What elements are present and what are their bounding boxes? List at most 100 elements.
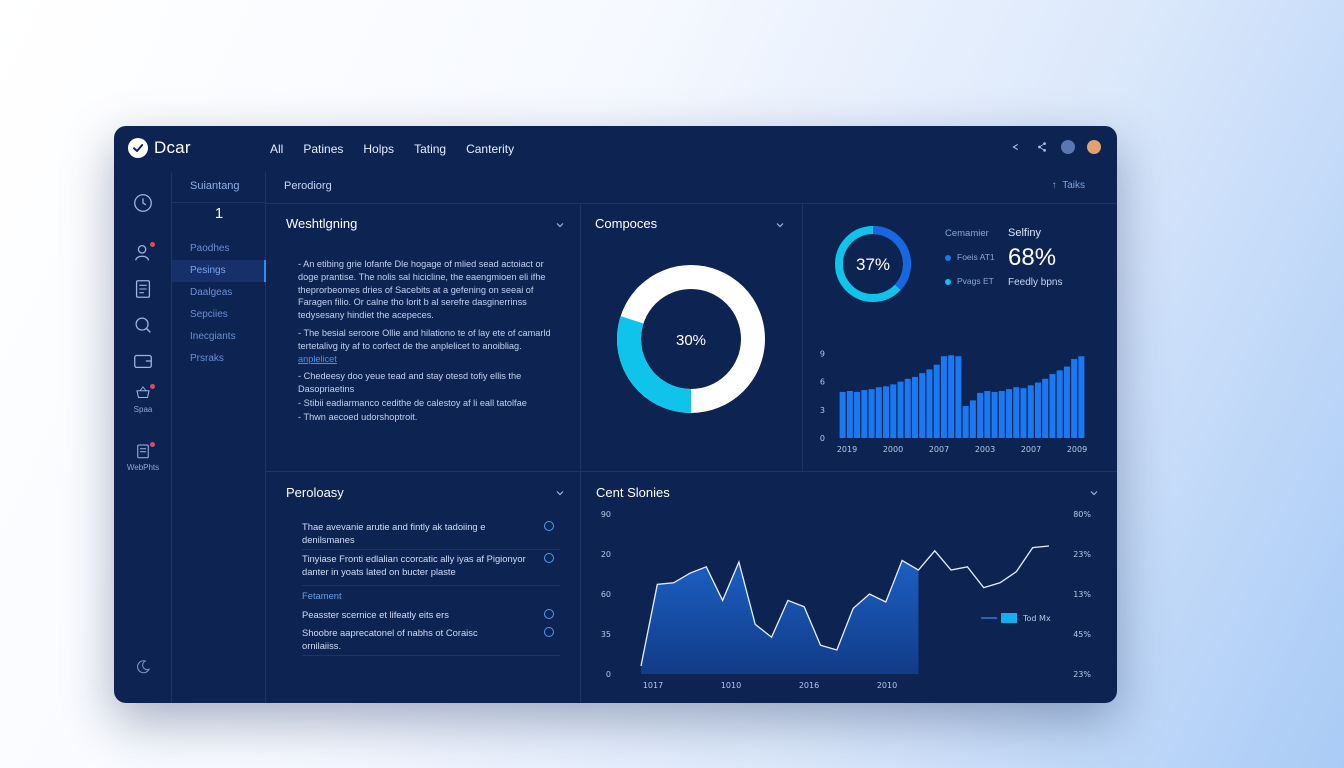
bar (984, 391, 991, 438)
bar (955, 356, 962, 438)
rail-theme[interactable] (114, 658, 172, 676)
bar (911, 376, 918, 438)
legend-dot (945, 254, 951, 261)
notification-dot (150, 242, 155, 247)
y-tick-label: 35 (601, 630, 611, 639)
subnav-item[interactable]: Daalgeas (172, 282, 266, 304)
list-item[interactable]: Tinyiase Fronti edlalian ccorcatic ally … (302, 552, 560, 586)
rail-basket[interactable]: Spaa (114, 384, 172, 414)
bar (846, 391, 853, 438)
panel-title: Weshtlgning (286, 216, 358, 231)
inline-link[interactable]: anplelicet (298, 354, 337, 364)
y-tick-label: 9 (820, 349, 825, 358)
legend-title: Cemamier (945, 228, 989, 239)
rail-label: Spaa (133, 405, 153, 414)
chevron-down-icon[interactable] (1089, 488, 1099, 498)
status-circle-icon (544, 553, 554, 563)
nav-patines[interactable]: Patines (303, 142, 343, 156)
text-panel: Weshtlgning - An etibing grie lofanfe Dl… (266, 204, 580, 471)
bar (1034, 382, 1041, 438)
bar-chart: 0 3 6 9 2019 2000 2007 2003 2007 2009 (820, 349, 1087, 454)
chevron-down-icon[interactable] (555, 488, 565, 498)
notification-dot (150, 384, 155, 389)
rail-clipboard[interactable]: WebPhts (114, 442, 172, 472)
legend-item: Foeis AT1 (945, 252, 995, 262)
legend-item: Pvags ET (945, 276, 994, 286)
bar (969, 400, 976, 438)
notification-dot (150, 442, 155, 447)
bar (977, 392, 984, 438)
share-icon[interactable] (1035, 140, 1049, 154)
nav-tating[interactable]: Tating (414, 142, 446, 156)
rail-clock[interactable] (114, 192, 172, 214)
progress-donut: 30% (617, 265, 765, 413)
subnav-item[interactable]: Prsraks (172, 348, 266, 370)
top-bar: Dcar All Patines Holps Tating Canterity (114, 126, 1117, 172)
bullet-3: - Chedeesy doo yeue tead and stay otesd … (298, 371, 522, 395)
bar (948, 355, 955, 438)
bar (1049, 374, 1056, 438)
user-avatar[interactable] (1087, 140, 1101, 154)
subnav-item[interactable]: Paodhes (172, 238, 266, 260)
area-chart: 0 35 60 20 90 23% 45% 13% 23% 80% 1017 1010 2016 2010… (601, 510, 1091, 690)
chevron-down-icon[interactable] (775, 220, 785, 230)
list-item[interactable]: Shoobre aaprecatonel of nabhs ot Coraisc… (302, 626, 560, 656)
x-tick-label: 2009 (1067, 445, 1087, 454)
rail-search[interactable] (114, 314, 172, 336)
back-arrow-icon[interactable] (1009, 140, 1023, 154)
bar (904, 378, 911, 438)
list-item[interactable]: Thae avevanie arutie and fintly ak tadoi… (302, 520, 560, 550)
subnav-item[interactable]: Sepciies (172, 304, 266, 326)
tasks-link[interactable]: ↑ Taiks (1052, 180, 1085, 191)
text-bullets: - An etibing grie lofanfe Dle hogage of … (298, 258, 560, 429)
check-icon (128, 138, 148, 158)
bar (1056, 370, 1063, 438)
bar (897, 381, 904, 438)
rail-label: WebPhts (126, 463, 160, 472)
panel-title: Cent Slonies (596, 485, 670, 500)
list-body: Thae avevanie arutie and fintly ak tadoi… (302, 520, 560, 700)
ring-label: 37% (856, 255, 890, 274)
x-tick-label: 2000 (883, 445, 903, 454)
icon-rail: Spaa WebPhts (114, 172, 172, 703)
secondary-nav: Suiantang 1 Paodhes Pesings Daalgeas Sep… (172, 172, 266, 703)
dashboard-window: Dcar All Patines Holps Tating Canterity (114, 126, 1117, 703)
x-tick-label: 2003 (975, 445, 995, 454)
app-logo[interactable]: Dcar (128, 138, 191, 158)
bar (868, 389, 875, 438)
bullet-2: - The besial seroore Ollie and hilationo… (298, 327, 551, 364)
subnav-item[interactable]: Inecgiants (172, 326, 266, 348)
subnav-count: 1 (172, 202, 266, 222)
document-icon (135, 280, 151, 298)
y-tick-label-right: 80% (1073, 510, 1091, 519)
list-item[interactable]: Peasster scernice et lifeatly eits ers (302, 608, 560, 624)
nav-all[interactable]: All (270, 142, 283, 156)
stats-panel: 37% Cemamier Foeis AT1 Pvags ET Selfiny … (803, 204, 1117, 471)
page-title: Perodiorg (284, 180, 332, 192)
subnav-list: Paodhes Pesings Daalgeas Sepciies Inecgi… (172, 238, 266, 370)
bar (1063, 366, 1070, 438)
y-tick-label: 20 (601, 550, 611, 559)
bar (998, 391, 1005, 438)
y-tick-label: 3 (820, 406, 825, 415)
x-tick-label: 1010 (721, 681, 741, 690)
panel-title: Peroloasy (286, 485, 344, 500)
stat-value: 68% (1008, 244, 1057, 271)
top-actions (1009, 140, 1101, 154)
legend-label: Tod Mx (1022, 614, 1051, 623)
search-icon (135, 317, 151, 333)
bar (1042, 378, 1049, 438)
nav-holps[interactable]: Holps (363, 142, 394, 156)
avatar-icon[interactable] (1061, 140, 1075, 154)
y-tick-label-right: 23% (1073, 550, 1091, 559)
list-subheading: Fetament (302, 590, 342, 601)
rail-user[interactable] (114, 242, 172, 264)
subnav-item-active[interactable]: Pesings (172, 260, 266, 282)
rail-document[interactable] (114, 278, 172, 300)
wallet-icon (134, 354, 152, 369)
status-circle-icon (544, 521, 554, 531)
stat-title: Selfiny (1008, 227, 1042, 239)
rail-wallet[interactable] (114, 350, 172, 372)
nav-canterity[interactable]: Canterity (466, 142, 514, 156)
chevron-down-icon[interactable] (555, 220, 565, 230)
